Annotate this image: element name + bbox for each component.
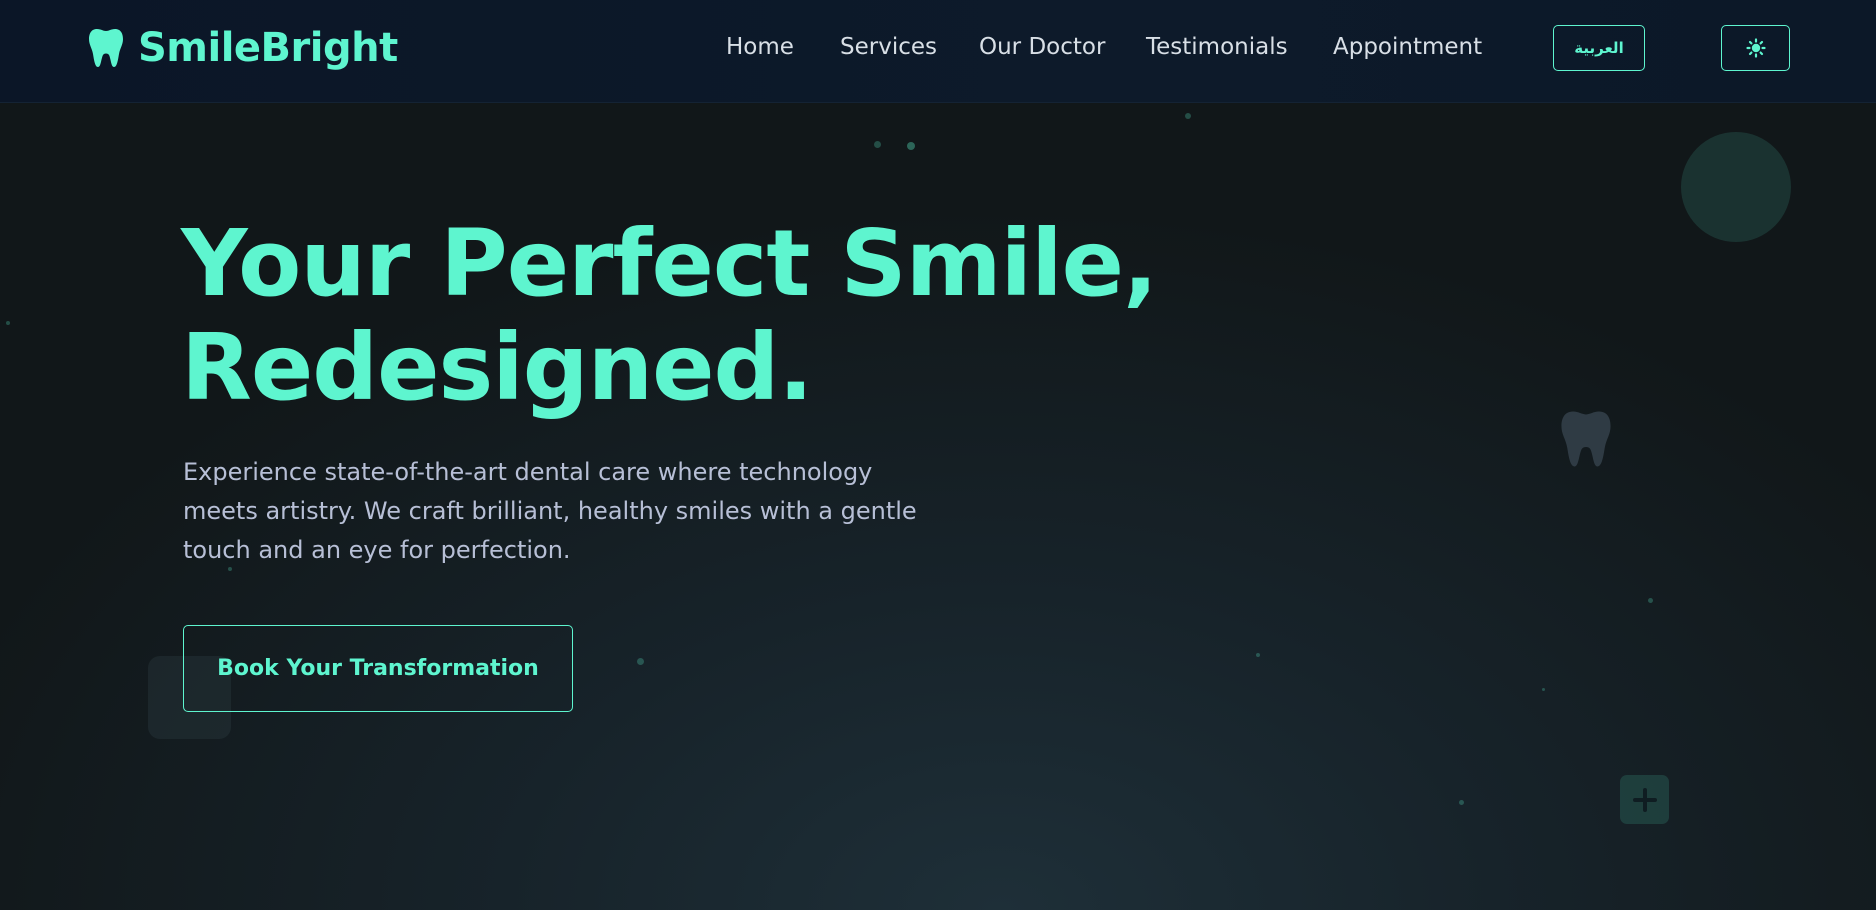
site-header: SmileBright Home Services Our Doctor Tes… bbox=[0, 0, 1876, 103]
hero-title-line: Your Perfect Smile, bbox=[181, 210, 1158, 317]
nav-item-services[interactable]: Services bbox=[840, 30, 937, 64]
decorative-dot bbox=[1542, 688, 1545, 691]
nav-item-home[interactable]: Home bbox=[726, 30, 794, 64]
brand-name: SmileBright bbox=[138, 25, 398, 71]
hero-title-line: Redesigned. bbox=[181, 314, 813, 421]
nav-item-testimonials[interactable]: Testimonials bbox=[1146, 30, 1288, 64]
page: SmileBright Home Services Our Doctor Tes… bbox=[0, 0, 1876, 910]
plus-icon bbox=[1620, 775, 1669, 824]
sun-icon bbox=[1745, 38, 1766, 58]
decorative-dot bbox=[6, 321, 10, 325]
decorative-dot bbox=[1256, 653, 1260, 657]
hero-subtitle: Experience state-of-the-art dental care … bbox=[183, 458, 917, 564]
decorative-dot bbox=[1648, 598, 1653, 603]
decorative-dot bbox=[1185, 113, 1191, 119]
decorative-dot bbox=[1459, 800, 1464, 805]
nav-item-appointment[interactable]: Appointment bbox=[1333, 30, 1482, 64]
decorative-dot bbox=[874, 141, 881, 148]
theme-toggle-button[interactable] bbox=[1721, 25, 1790, 71]
hero-title: Your Perfect Smile, Redesigned. bbox=[181, 212, 1181, 420]
decorative-circle bbox=[1681, 132, 1791, 242]
tooth-icon bbox=[89, 29, 123, 67]
nav-item-our-doctor[interactable]: Our Doctor bbox=[979, 30, 1105, 64]
brand-logo-link[interactable]: SmileBright bbox=[88, 22, 398, 74]
decorative-dot bbox=[637, 658, 644, 665]
book-transformation-button[interactable]: Book Your Transformation bbox=[183, 625, 573, 712]
language-toggle-button[interactable]: العربية bbox=[1553, 25, 1645, 71]
tooth-icon bbox=[1561, 411, 1611, 467]
decorative-dot bbox=[907, 142, 915, 150]
